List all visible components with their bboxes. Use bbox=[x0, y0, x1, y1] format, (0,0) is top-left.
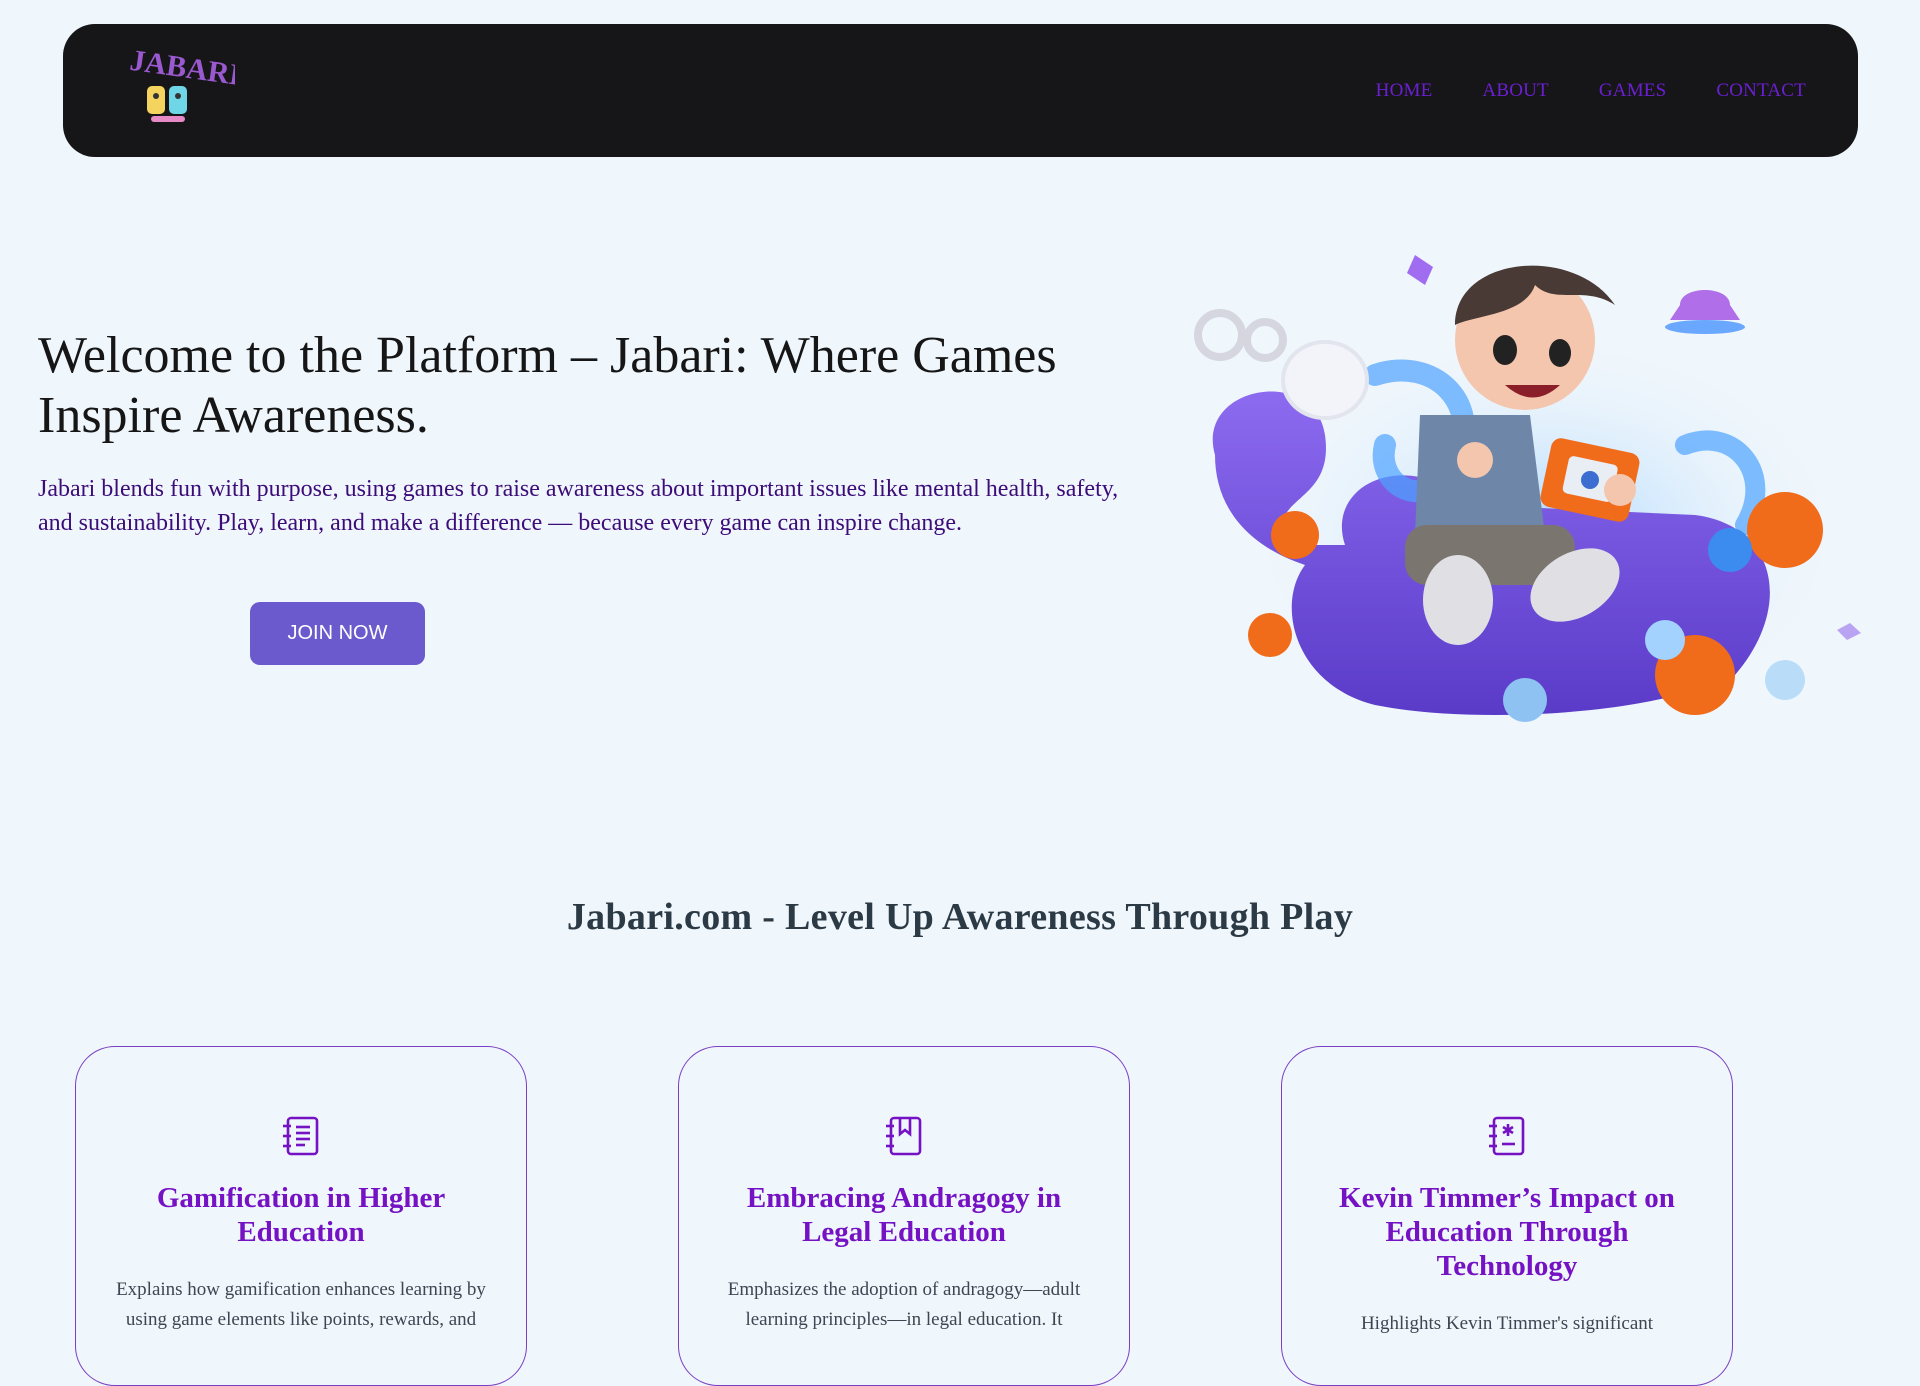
nav-home[interactable]: HOME bbox=[1376, 80, 1433, 102]
navbar: JABARI HOME ABOUT GAMES CONTACT bbox=[63, 24, 1858, 157]
card-kevin-timmer[interactable]: Kevin Timmer’s Impact on Education Throu… bbox=[1281, 1046, 1733, 1386]
journal-bookmark-icon bbox=[882, 1114, 926, 1158]
card-description: Highlights Kevin Timmer's significant bbox=[1360, 1313, 1654, 1334]
card-description: Explains how gamification enhances learn… bbox=[116, 1279, 486, 1330]
main-nav: HOME ABOUT GAMES CONTACT bbox=[1376, 24, 1806, 157]
card-title: Embracing Andragogy in Legal Education bbox=[746, 1182, 1062, 1248]
card-title: Gamification in Higher Education bbox=[156, 1182, 446, 1248]
journal-text-icon bbox=[279, 1114, 323, 1158]
card-gamification[interactable]: Gamification in Higher Education Explain… bbox=[75, 1046, 527, 1386]
card-andragogy[interactable]: Embracing Andragogy in Legal Education E… bbox=[678, 1046, 1130, 1386]
jabari-logo[interactable]: JABARI bbox=[125, 42, 243, 130]
nav-games[interactable]: GAMES bbox=[1599, 80, 1667, 102]
hero-description: Jabari blends fun with purpose, using ga… bbox=[38, 476, 1119, 536]
svg-text:JABARI: JABARI bbox=[128, 44, 235, 92]
card-title: Kevin Timmer’s Impact on Education Throu… bbox=[1339, 1182, 1675, 1282]
join-now-button[interactable]: JOIN NOW bbox=[250, 602, 425, 665]
hero-gamer-illustration bbox=[1175, 245, 1875, 735]
section-title: Jabari.com - Level Up Awareness Through … bbox=[566, 896, 1354, 938]
journal-medical-icon bbox=[1485, 1114, 1529, 1158]
nav-about[interactable]: ABOUT bbox=[1482, 80, 1548, 102]
hero-title: Welcome to the Platform – Jabari: Where … bbox=[38, 327, 1057, 444]
card-description: Emphasizes the adoption of andragogy—adu… bbox=[727, 1279, 1081, 1330]
nav-contact[interactable]: CONTACT bbox=[1716, 80, 1806, 102]
